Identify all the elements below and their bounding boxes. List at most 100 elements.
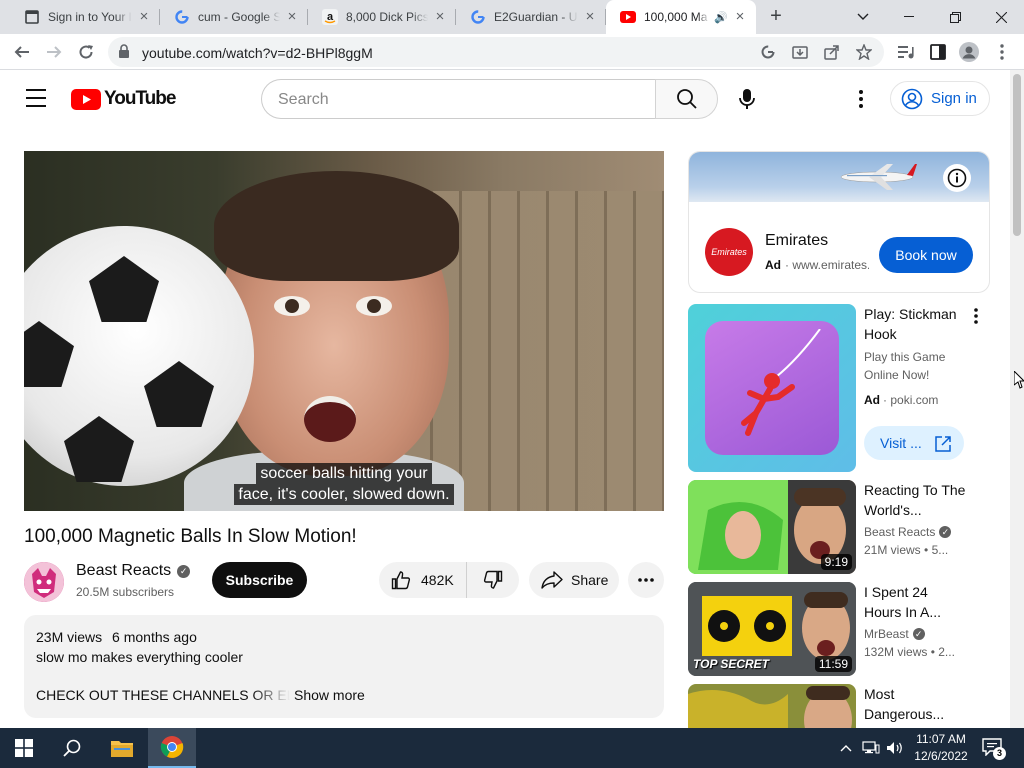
advertiser-name: Emirates [765, 232, 829, 249]
tab-title: Sign in to Your l [48, 10, 132, 24]
restore-icon[interactable] [932, 0, 978, 34]
stickman-hook-ad-thumbnail[interactable] [688, 304, 856, 472]
media-control-icon[interactable] [896, 42, 916, 62]
lock-icon[interactable] [118, 44, 130, 63]
google-translate-icon[interactable] [760, 44, 776, 60]
video-duration: 11:59 [814, 656, 852, 672]
chrome-menu-icon[interactable] [992, 42, 1012, 62]
tab-search-icon[interactable] [840, 0, 886, 34]
forward-icon[interactable] [40, 38, 68, 66]
rec-title-1[interactable]: Reacting To The World's... [864, 480, 968, 520]
windows-start-icon[interactable] [0, 728, 48, 768]
stickman-icon [741, 329, 821, 436]
notification-center-icon[interactable]: 3 [982, 738, 1006, 760]
ad-badge: Ad [864, 393, 880, 407]
browser-tab-4[interactable]: E2Guardian - U × [456, 0, 606, 34]
ad2-more-icon[interactable] [966, 304, 986, 328]
channel-name[interactable]: Beast Reacts [76, 562, 171, 580]
more-actions-button[interactable] [628, 562, 664, 598]
search-input[interactable]: Search [261, 79, 656, 119]
tab-title: 8,000 Dick Pics [346, 10, 428, 24]
browser-tab-active[interactable]: 100,000 Ma 🔊 × [606, 0, 756, 34]
tab-close-icon[interactable]: × [284, 9, 300, 25]
browser-tab-2[interactable]: cum - Google S × [160, 0, 308, 34]
new-tab-button[interactable]: + [764, 5, 788, 29]
rec-title-3[interactable]: Most Dangerous... [864, 684, 968, 724]
scrollbar-thumb[interactable] [1013, 74, 1021, 236]
minimize-icon[interactable] [886, 0, 932, 34]
install-icon[interactable] [792, 44, 808, 60]
network-icon[interactable] [860, 728, 882, 768]
sign-in-label: Sign in [931, 90, 977, 107]
tab-close-icon[interactable]: × [582, 9, 598, 25]
url-text: youtube.com/watch?v=d2-BHPl8ggM [142, 45, 373, 61]
thumbs-up-icon [391, 571, 411, 590]
address-bar[interactable]: youtube.com/watch?v=d2-BHPl8ggM [108, 37, 884, 67]
bookmark-star-icon[interactable] [856, 44, 872, 60]
tab-title: cum - Google S [198, 10, 280, 24]
subscribe-button[interactable]: Subscribe [212, 562, 307, 598]
description-meta: 23M views 6 months ago [36, 627, 652, 647]
youtube-logo[interactable]: YouTube [71, 88, 176, 110]
notification-count: 3 [993, 747, 1006, 760]
account-circle-icon [901, 88, 923, 109]
google-icon [470, 9, 486, 25]
channel-name-row[interactable]: Beast Reacts ✓ [76, 562, 191, 580]
video-player[interactable]: soccer balls hitting your face, it's coo… [24, 151, 664, 511]
video-caption: soccer balls hitting your face, it's coo… [24, 463, 664, 505]
visit-button[interactable]: Visit ... [864, 426, 964, 460]
rec-thumbnail-2[interactable]: TOP SECRET 11:59 [688, 582, 856, 676]
hamburger-menu-icon[interactable] [24, 89, 48, 109]
volume-icon[interactable] [884, 728, 906, 768]
tab-close-icon[interactable]: × [432, 9, 448, 25]
system-clock[interactable]: 11:07 AM 12/6/2022 [908, 731, 974, 765]
back-icon[interactable] [8, 38, 36, 66]
show-more-button[interactable]: Show more [294, 687, 365, 703]
like-button[interactable]: 482K [379, 562, 467, 598]
microphone-icon [739, 89, 755, 109]
ad2-meta: Ad · poki.com [864, 393, 939, 407]
ad-banner [689, 152, 989, 202]
book-now-button[interactable]: Book now [879, 237, 973, 273]
tab-close-icon[interactable]: × [732, 9, 748, 25]
tray-chevron-up-icon[interactable] [836, 728, 856, 768]
emirates-ad[interactable]: Emirates Emirates Ad· www.emirates.com B… [688, 151, 990, 293]
profile-icon[interactable] [959, 42, 979, 62]
ad2-description: Play this Game Online Now! [864, 350, 946, 382]
dislike-button[interactable] [467, 562, 519, 598]
browser-tab-1[interactable]: Sign in to Your l × [10, 0, 160, 34]
channel-avatar[interactable] [24, 562, 64, 602]
rec-title-2[interactable]: I Spent 24 Hours In A... [864, 582, 968, 622]
close-window-icon[interactable] [978, 0, 1024, 34]
share-button[interactable]: Share [529, 562, 619, 598]
search-button[interactable] [655, 79, 718, 119]
voice-search-button[interactable] [727, 79, 767, 119]
caption-line-2: face, it's cooler, slowed down. [234, 484, 454, 505]
settings-more-icon[interactable] [848, 86, 874, 112]
verified-icon: ✓ [177, 564, 191, 578]
upload-age: 6 months ago [112, 629, 197, 645]
thumbnail-text: TOP SECRET [693, 657, 770, 671]
rec-views-2: 132M views • 2... [864, 645, 955, 659]
rec-thumbnail-3[interactable] [688, 684, 856, 728]
verified-icon: ✓ [912, 628, 925, 640]
browser-tab-3[interactable]: a 8,000 Dick Pics × [308, 0, 456, 34]
share-page-icon[interactable] [824, 44, 840, 60]
chrome-taskbar-icon[interactable] [148, 728, 196, 768]
visit-label: Visit ... [880, 435, 922, 451]
ad2-title[interactable]: Play: Stickman Hook [864, 304, 968, 344]
reload-icon[interactable] [72, 38, 100, 66]
file-explorer-icon[interactable] [98, 728, 146, 768]
ad-url: www.emirates.com [792, 258, 869, 272]
sign-in-button[interactable]: Sign in [890, 81, 990, 116]
share-label: Share [571, 572, 609, 588]
rec-thumbnail-1[interactable]: 9:19 [688, 480, 856, 574]
soccer-ball [24, 226, 254, 486]
taskbar-search-icon[interactable] [48, 728, 96, 768]
window-icon [24, 9, 40, 25]
info-icon[interactable] [943, 164, 971, 192]
video-description[interactable]: 23M views 6 months ago slow mo makes eve… [24, 615, 664, 718]
tab-close-icon[interactable]: × [136, 9, 152, 25]
side-panel-icon[interactable] [928, 42, 948, 62]
speaker-icon[interactable]: 🔊 [714, 11, 728, 24]
